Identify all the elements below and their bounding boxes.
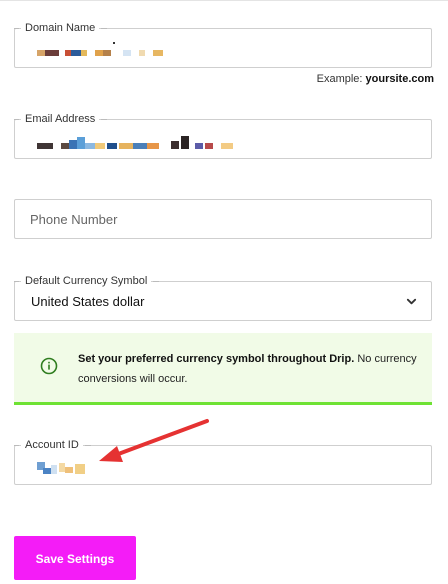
info-notice-text: Set your preferred currency symbol throu…	[78, 353, 417, 385]
domain-name-label: Domain Name	[13, 21, 108, 35]
domain-name-field[interactable]: Domain Name	[13, 21, 432, 68]
phone-number-field[interactable]: Phone Number	[14, 199, 432, 239]
save-settings-button[interactable]: Save Settings	[14, 536, 136, 580]
domain-example-hint: Example: yoursite.com	[316, 73, 434, 85]
currency-label: Default Currency Symbol	[13, 274, 160, 288]
phone-number-placeholder: Phone Number	[30, 212, 118, 227]
currency-select[interactable]: Default Currency Symbol United States do…	[13, 274, 432, 321]
chevron-down-icon[interactable]	[406, 296, 417, 307]
top-divider	[0, 0, 448, 1]
info-circle-icon	[40, 357, 58, 375]
account-id-field[interactable]: Account ID	[14, 438, 432, 485]
email-address-field[interactable]: Email Address	[13, 112, 432, 159]
currency-selected-value: United States dollar	[31, 294, 145, 309]
account-id-label: Account ID	[14, 438, 91, 452]
currency-info-notice: Set your preferred currency symbol throu…	[14, 333, 432, 405]
email-address-label: Email Address	[13, 112, 108, 126]
red-arrow-annotation	[99, 419, 209, 462]
